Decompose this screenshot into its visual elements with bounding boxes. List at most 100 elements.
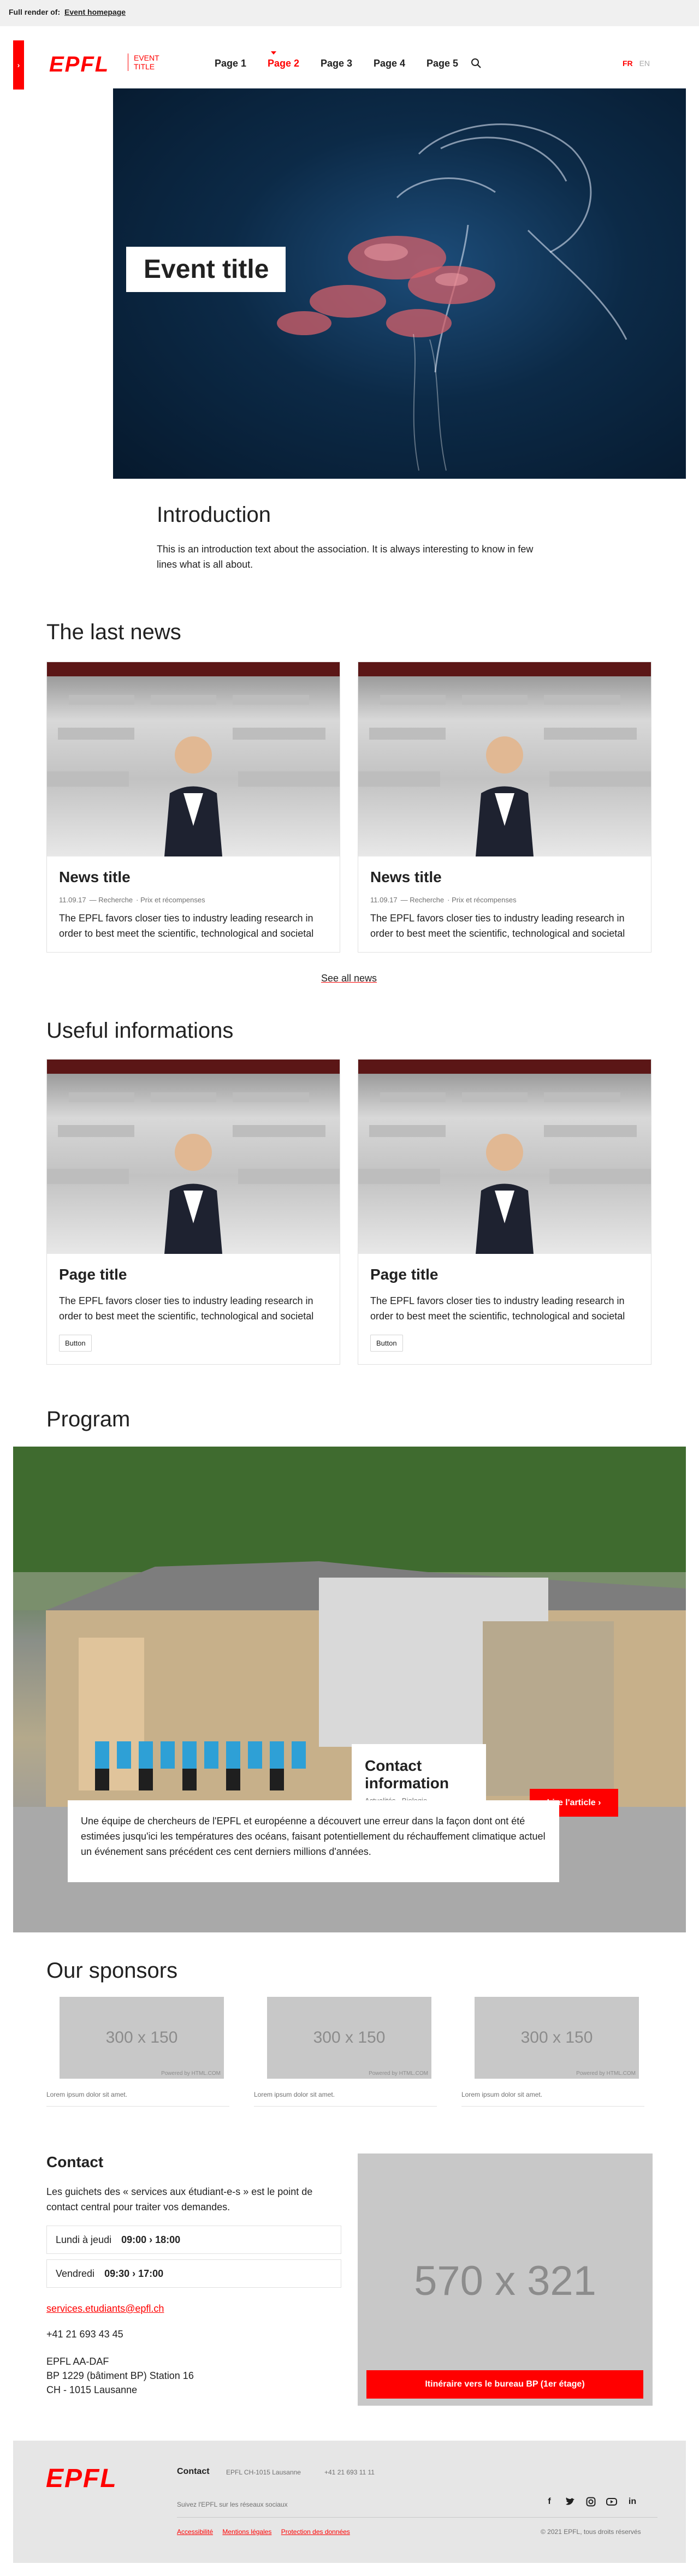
page-card[interactable]: Page title The EPFL favors closer ties t…: [46, 1059, 340, 1365]
page-card-text: The EPFL favors closer ties to industry …: [59, 1295, 314, 1322]
intro-title: Introduction: [157, 503, 271, 527]
accessibility-link[interactable]: Accessibilité: [177, 2528, 213, 2536]
contact-email-link[interactable]: services.etudiants@epfl.ch: [46, 2303, 341, 2315]
footer-copyright: © 2021 EPFL, tous droits réservés: [541, 2528, 641, 2536]
news-card-title[interactable]: News title: [370, 868, 639, 886]
page-card-title[interactable]: Page title: [370, 1266, 639, 1283]
nav-item-page-4[interactable]: Page 4: [374, 58, 426, 69]
contact-lead: Les guichets des « services aux étudiant…: [46, 2186, 313, 2212]
hours-day: Vendredi: [56, 2268, 95, 2279]
program-card-title[interactable]: Contact information: [365, 1757, 473, 1792]
footer-phone[interactable]: +41 21 693 11 11: [324, 2468, 375, 2476]
site-title[interactable]: EVENT TITLE: [128, 53, 159, 71]
news-card-title[interactable]: News title: [59, 868, 328, 886]
sponsor-logo-placeholder: 300 x 150 Powered by HTML.COM: [267, 1997, 431, 2079]
site-title-line-1: EVENT: [134, 53, 159, 62]
hero-title: Event title: [126, 247, 286, 292]
news-card-photo: [358, 662, 651, 856]
hours-day: Lundi à jeudi: [56, 2234, 112, 2245]
footer-epfl-logo[interactable]: EPFL: [46, 2464, 117, 2494]
render-bar: Full render of: Event homepage: [0, 0, 699, 26]
news-card-date: 11.09.17: [370, 896, 398, 904]
news-card-photo: [47, 662, 340, 856]
news-card-tag: Recherche: [98, 896, 133, 904]
instagram-icon[interactable]: [584, 2495, 597, 2508]
sponsor-logo-credit: Powered by HTML.COM: [369, 2071, 428, 2077]
program-card-header: Contact information Actualités · Biologi…: [352, 1744, 486, 1805]
news-card-tag: Prix et récompenses: [452, 896, 517, 904]
nav-item-page-1[interactable]: Page 1: [215, 58, 268, 69]
sponsor-logo-dimensions: 300 x 150: [520, 2028, 593, 2046]
data-protection-link[interactable]: Protection des données: [281, 2528, 350, 2536]
page-card-button[interactable]: Button: [59, 1335, 92, 1352]
news-card[interactable]: News title 11.09.17— Recherche · Prix et …: [46, 662, 340, 953]
footer-contact-title: Contact: [177, 2467, 210, 2476]
render-bar-prefix: Full render of:: [9, 8, 61, 16]
news-card-text: The EPFL favors closer ties to industry …: [370, 913, 625, 939]
useful-section-title: Useful informations: [46, 1019, 234, 1043]
intro-section: Introduction This is an introduction tex…: [157, 503, 539, 572]
nav-item-page-2[interactable]: Page 2: [268, 51, 321, 69]
contact-title: Contact: [46, 2153, 104, 2170]
sponsor-item[interactable]: 300 x 150 Powered by HTML.COM Lorem ipsu…: [461, 1997, 644, 2107]
youtube-icon[interactable]: [605, 2495, 618, 2508]
sponsor-logo-dimensions: 300 x 150: [105, 2028, 178, 2046]
hours-row: Lundi à jeudi 09:00 › 18:00: [46, 2226, 341, 2254]
render-bar-link[interactable]: Event homepage: [64, 8, 126, 16]
language-switcher: FR EN: [623, 59, 650, 68]
sponsor-logo-placeholder: 300 x 150 Powered by HTML.COM: [475, 1997, 639, 2079]
lang-en[interactable]: EN: [639, 59, 650, 68]
hero-image: Event title: [113, 88, 686, 479]
legal-notice-link[interactable]: Mentions légales: [222, 2528, 271, 2536]
drawer-toggle[interactable]: ›: [13, 40, 24, 90]
footer-follow-text: Suivez l'EPFL sur les réseaux sociaux: [177, 2501, 288, 2508]
page-card[interactable]: Page title The EPFL favors closer ties t…: [358, 1059, 651, 1365]
news-card[interactable]: News title 11.09.17— Recherche · Prix et …: [358, 662, 651, 953]
epfl-logo[interactable]: EPFL: [49, 52, 109, 77]
sponsor-logo-placeholder: 300 x 150 Powered by HTML.COM: [60, 1997, 224, 2079]
footer-address: EPFL CH-1015 Lausanne: [226, 2468, 301, 2476]
news-card-tag: Recherche: [410, 896, 445, 904]
news-card-meta: 11.09.17— Recherche · Prix et récompenses: [370, 896, 517, 904]
hours-time: 09:30 › 17:00: [104, 2268, 164, 2279]
sponsors-section-title: Our sponsors: [46, 1959, 178, 1983]
lang-fr[interactable]: FR: [623, 59, 633, 68]
contact-phone: +41 21 693 43 45: [46, 2329, 123, 2340]
linkedin-icon[interactable]: in: [626, 2495, 639, 2508]
see-all-news-link[interactable]: See all news: [321, 973, 377, 984]
page-card-title[interactable]: Page title: [59, 1266, 328, 1283]
page-card-photo: [358, 1060, 651, 1254]
sponsor-caption: Lorem ipsum dolor sit amet.: [254, 2084, 437, 2107]
main-nav: Page 1 Page 2 Page 3 Page 4 Page 5: [215, 51, 479, 69]
news-card-text: The EPFL favors closer ties to industry …: [59, 913, 314, 939]
site-footer: EPFL Contact EPFL CH-1015 Lausanne +41 2…: [13, 2441, 686, 2563]
sponsor-item[interactable]: 300 x 150 Powered by HTML.COM Lorem ipsu…: [46, 1997, 229, 2107]
page-card-text: The EPFL favors closer ties to industry …: [370, 1295, 625, 1322]
contact-section: Contact Les guichets des « services aux …: [46, 2153, 341, 2397]
page-card-button[interactable]: Button: [370, 1335, 403, 1352]
facebook-icon[interactable]: f: [543, 2495, 556, 2508]
directions-button[interactable]: Itinéraire vers le bureau BP (1er étage): [366, 2370, 643, 2399]
nav-item-page-3[interactable]: Page 3: [321, 58, 374, 69]
footer-legal-links: Accessibilité Mentions légales Protectio…: [177, 2528, 358, 2536]
sponsor-caption: Lorem ipsum dolor sit amet.: [46, 2084, 229, 2107]
sponsor-item[interactable]: 300 x 150 Powered by HTML.COM Lorem ipsu…: [254, 1997, 437, 2107]
address-line: EPFL AA-DAF: [46, 2356, 109, 2367]
address-line: BP 1229 (bâtiment BP) Station 16: [46, 2370, 194, 2381]
hours-time: 09:00 › 18:00: [121, 2234, 181, 2245]
contact-address: EPFL AA-DAF BP 1229 (bâtiment BP) Statio…: [46, 2354, 341, 2397]
news-card-meta: 11.09.17— Recherche · Prix et récompenses: [59, 896, 205, 904]
intro-text: This is an introduction text about the a…: [157, 544, 534, 570]
map-placeholder: 570 x 321: [358, 2153, 653, 2406]
news-card-tag: Prix et récompenses: [140, 896, 205, 904]
twitter-icon[interactable]: [564, 2495, 577, 2508]
sponsor-logo-credit: Powered by HTML.COM: [161, 2071, 221, 2077]
social-links: f in: [543, 2495, 639, 2508]
hours-row: Vendredi 09:30 › 17:00: [46, 2259, 341, 2288]
site-header: › EPFL EVENT TITLE Page 1 Page 2 Page 3 …: [0, 26, 699, 90]
news-card-date: 11.09.17: [59, 896, 86, 904]
program-section-title: Program: [46, 1407, 131, 1431]
search-icon[interactable]: [471, 58, 482, 69]
sponsor-logo-credit: Powered by HTML.COM: [576, 2071, 636, 2077]
address-line: CH - 1015 Lausanne: [46, 2384, 138, 2395]
